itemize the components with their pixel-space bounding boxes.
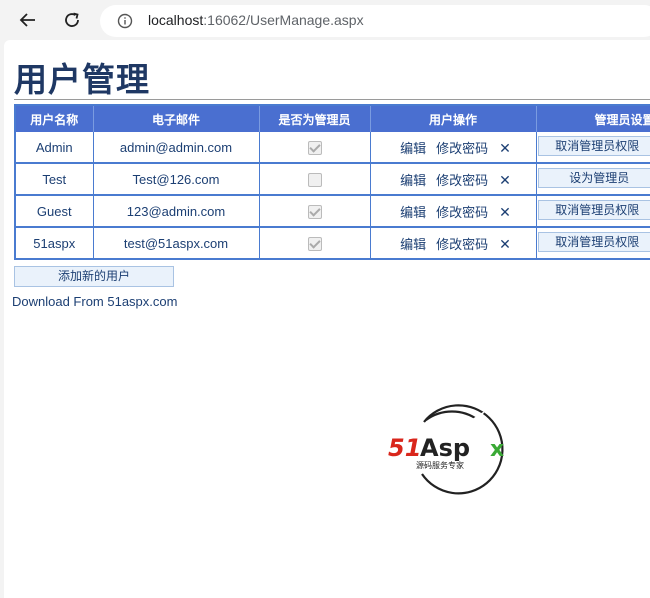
cell-email: test@51aspx.com <box>93 227 260 260</box>
cell-email: admin@admin.com <box>93 132 260 164</box>
logo-51-text: 51 <box>388 434 421 462</box>
edit-link[interactable]: 编辑 <box>400 173 426 188</box>
delete-icon[interactable]: ✕ <box>499 236 511 252</box>
is-admin-checkbox <box>307 172 322 187</box>
page-title: 用户管理 <box>14 60 150 99</box>
header-is-admin: 是否为管理员 <box>259 105 371 132</box>
cell-user-actions: 编辑 修改密码 ✕ <box>370 132 537 164</box>
reload-button[interactable] <box>60 8 84 32</box>
user-table: 用户名称 电子邮件 是否为管理员 用户操作 管理员设置 Admin admin@… <box>14 104 650 260</box>
site-info-icon[interactable] <box>117 13 133 29</box>
delete-icon[interactable]: ✕ <box>499 204 511 220</box>
edit-link[interactable]: 编辑 <box>400 237 426 252</box>
header-admin-settings: 管理员设置 <box>536 105 650 132</box>
delete-icon[interactable]: ✕ <box>499 140 511 156</box>
cell-username: Admin <box>15 132 94 164</box>
download-link[interactable]: Download From 51aspx.com <box>12 294 177 309</box>
delete-icon[interactable]: ✕ <box>499 172 511 188</box>
address-bar[interactable]: localhost:16062/UserManage.aspx <box>100 5 650 37</box>
url-host: localhost <box>148 12 204 28</box>
change-password-link[interactable]: 修改密码 <box>436 141 488 156</box>
cell-is-admin <box>259 163 371 196</box>
cell-admin-setting: 设为管理员 <box>536 163 650 196</box>
browser-toolbar: localhost:16062/UserManage.aspx <box>0 0 650 40</box>
title-divider <box>14 99 650 100</box>
table-header-row: 用户名称 电子邮件 是否为管理员 用户操作 管理员设置 <box>15 105 650 132</box>
header-user-actions: 用户操作 <box>370 105 537 132</box>
edit-link[interactable]: 编辑 <box>400 205 426 220</box>
url-path: :16062/UserManage.aspx <box>203 12 364 28</box>
edit-link[interactable]: 编辑 <box>400 141 426 156</box>
cell-email: 123@admin.com <box>93 195 260 228</box>
revoke-admin-button[interactable]: 取消管理员权限 <box>538 135 650 156</box>
revoke-admin-button[interactable]: 取消管理员权限 <box>538 231 650 252</box>
make-admin-button[interactable]: 设为管理员 <box>538 167 650 188</box>
logo-x-accent: x <box>490 437 504 462</box>
header-email: 电子邮件 <box>93 105 260 132</box>
cell-admin-setting: 取消管理员权限 <box>536 227 650 260</box>
is-admin-checkbox <box>307 204 322 219</box>
51aspx-logo: 51 Asp x 源码服务专家 <box>388 404 504 495</box>
is-admin-checkbox <box>307 140 322 155</box>
table-row: Guest 123@admin.com 编辑 修改密码 ✕ 取消管理员权限 <box>15 195 650 228</box>
revoke-admin-button[interactable]: 取消管理员权限 <box>538 199 650 220</box>
back-button[interactable] <box>16 8 40 32</box>
change-password-link[interactable]: 修改密码 <box>436 237 488 252</box>
url-text[interactable]: localhost:16062/UserManage.aspx <box>148 12 364 28</box>
table-row: Test Test@126.com 编辑 修改密码 ✕ 设为管理员 <box>15 163 650 196</box>
table-row: 51aspx test@51aspx.com 编辑 修改密码 ✕ 取消管理员权限 <box>15 227 650 260</box>
cell-username: Guest <box>15 195 94 228</box>
cell-user-actions: 编辑 修改密码 ✕ <box>370 195 537 228</box>
cell-user-actions: 编辑 修改密码 ✕ <box>370 227 537 260</box>
back-arrow-icon <box>19 13 35 27</box>
is-admin-checkbox <box>307 236 322 251</box>
change-password-link[interactable]: 修改密码 <box>436 205 488 220</box>
cell-user-actions: 编辑 修改密码 ✕ <box>370 163 537 196</box>
cell-email: Test@126.com <box>93 163 260 196</box>
cell-admin-setting: 取消管理员权限 <box>536 132 650 164</box>
cell-username: 51aspx <box>15 227 94 260</box>
table-row: Admin admin@admin.com 编辑 修改密码 ✕ 取消管理员权限 <box>15 132 650 164</box>
page-content: 用户管理 用户名称 电子邮件 是否为管理员 用户操作 管理员设置 Admin a… <box>4 40 650 598</box>
header-username: 用户名称 <box>15 105 94 132</box>
change-password-link[interactable]: 修改密码 <box>436 173 488 188</box>
reload-icon <box>65 12 79 27</box>
cell-admin-setting: 取消管理员权限 <box>536 195 650 228</box>
logo-tagline: 源码服务专家 <box>416 460 464 470</box>
cell-is-admin <box>259 195 371 228</box>
cell-username: Test <box>15 163 94 196</box>
logo-aspx-text: Asp <box>420 434 470 462</box>
cell-is-admin <box>259 132 371 164</box>
cell-is-admin <box>259 227 371 260</box>
add-user-button[interactable]: 添加新的用户 <box>14 266 174 287</box>
